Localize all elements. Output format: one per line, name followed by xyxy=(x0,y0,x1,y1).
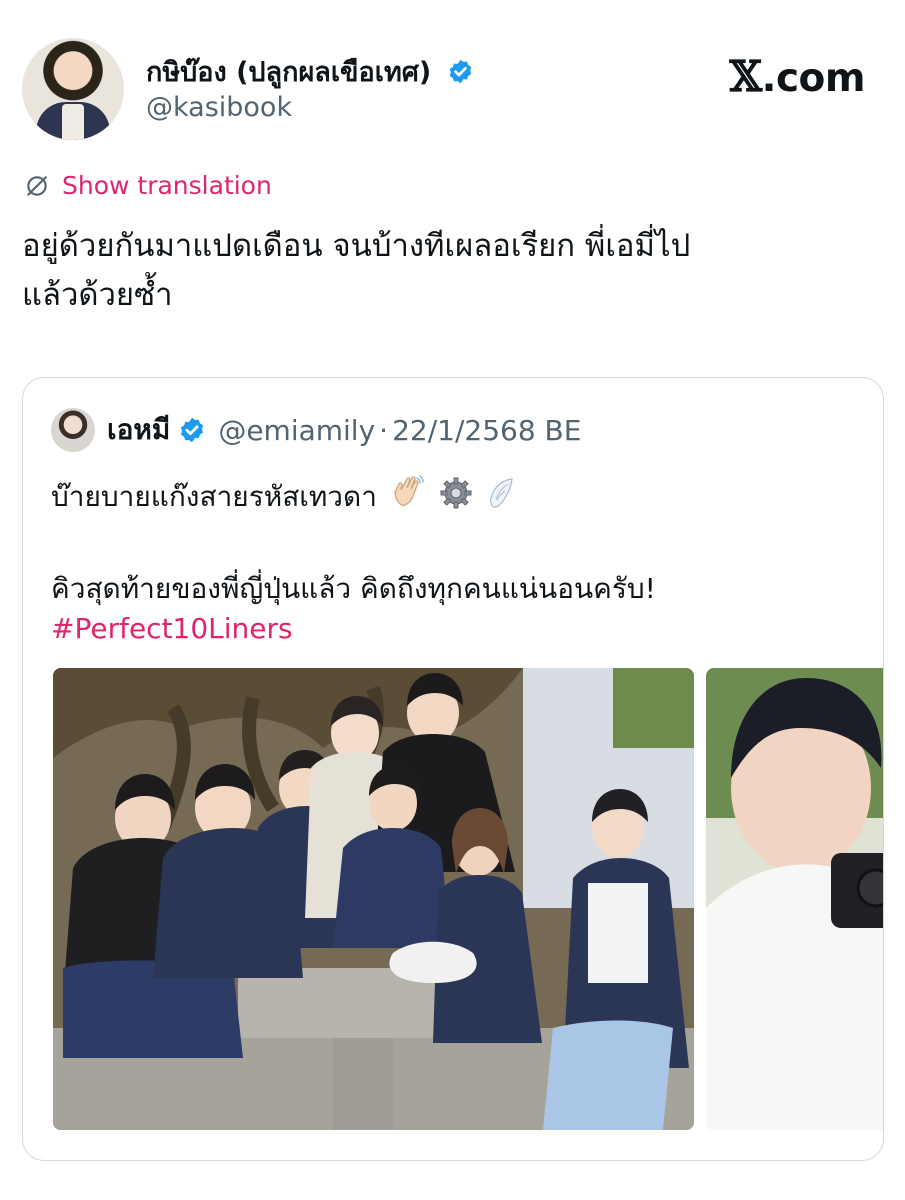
show-translation-label[interactable]: Show translation xyxy=(62,171,272,200)
quoted-text-line-1-text: บ๊ายบายแก๊งสายรหัสเทวดา xyxy=(51,480,377,513)
wing-icon xyxy=(489,478,513,508)
quoted-separator: · xyxy=(379,413,389,447)
x-com-logo: 𝕏.com xyxy=(729,52,866,101)
photographer-photo[interactable] xyxy=(706,668,883,1130)
quoted-author-handle[interactable]: @emiamily xyxy=(218,414,375,447)
translate-icon xyxy=(27,175,47,196)
author-handle[interactable]: @kasibook xyxy=(146,92,292,123)
quoted-tweet-card[interactable]: เอหมี @emiamily · 22/1/2568 BE บ๊ายบายแก… xyxy=(22,377,884,1161)
quoted-tweet-header: เอหมี @emiamily · 22/1/2568 BE xyxy=(51,408,581,452)
group-photo[interactable] xyxy=(53,668,694,1130)
quoted-text-line-1: บ๊ายบายแก๊งสายรหัสเทวดา xyxy=(51,474,516,519)
tweet-text: อยู่ด้วยกันมาแปดเดือน จนบ้างทีเผลอเรียก … xyxy=(22,222,882,320)
x-logo-domain: .com xyxy=(761,56,866,101)
tweet-text-line-2: แล้วด้วยซ้ำ xyxy=(22,277,173,313)
hashtag-link[interactable]: #Perfect10Liners xyxy=(51,612,293,645)
quoted-author-avatar[interactable] xyxy=(51,408,95,452)
author-avatar[interactable] xyxy=(22,38,124,140)
quoted-text-line-2: คิวสุดท้ายของพี่ญี่ปุ่นแล้ว คิดถึงทุกคนแ… xyxy=(51,572,656,605)
author-name[interactable]: กษิบ๊อง (ปลูกผลเขือเทศ) xyxy=(146,57,431,88)
tweet-text-line-1: อยู่ด้วยกันมาแปดเดือน จนบ้างทีเผลอเรียก … xyxy=(22,228,691,264)
quoted-author-name[interactable]: เอหมี xyxy=(107,408,170,452)
gear-icon xyxy=(440,477,472,509)
author-name-row[interactable]: กษิบ๊อง (ปลูกผลเขือเทศ) xyxy=(146,50,474,93)
group-photo-illustration xyxy=(53,668,694,1130)
show-translation-link[interactable]: Show translation xyxy=(24,171,272,200)
quoted-verified-badge-icon xyxy=(181,417,204,443)
waving-hand-icon xyxy=(394,475,424,506)
x-logo-icon: 𝕏 xyxy=(729,52,763,101)
quoted-timestamp[interactable]: 22/1/2568 BE xyxy=(392,414,581,447)
photographer-photo-illustration xyxy=(706,668,883,1130)
verified-badge-icon xyxy=(449,59,471,84)
